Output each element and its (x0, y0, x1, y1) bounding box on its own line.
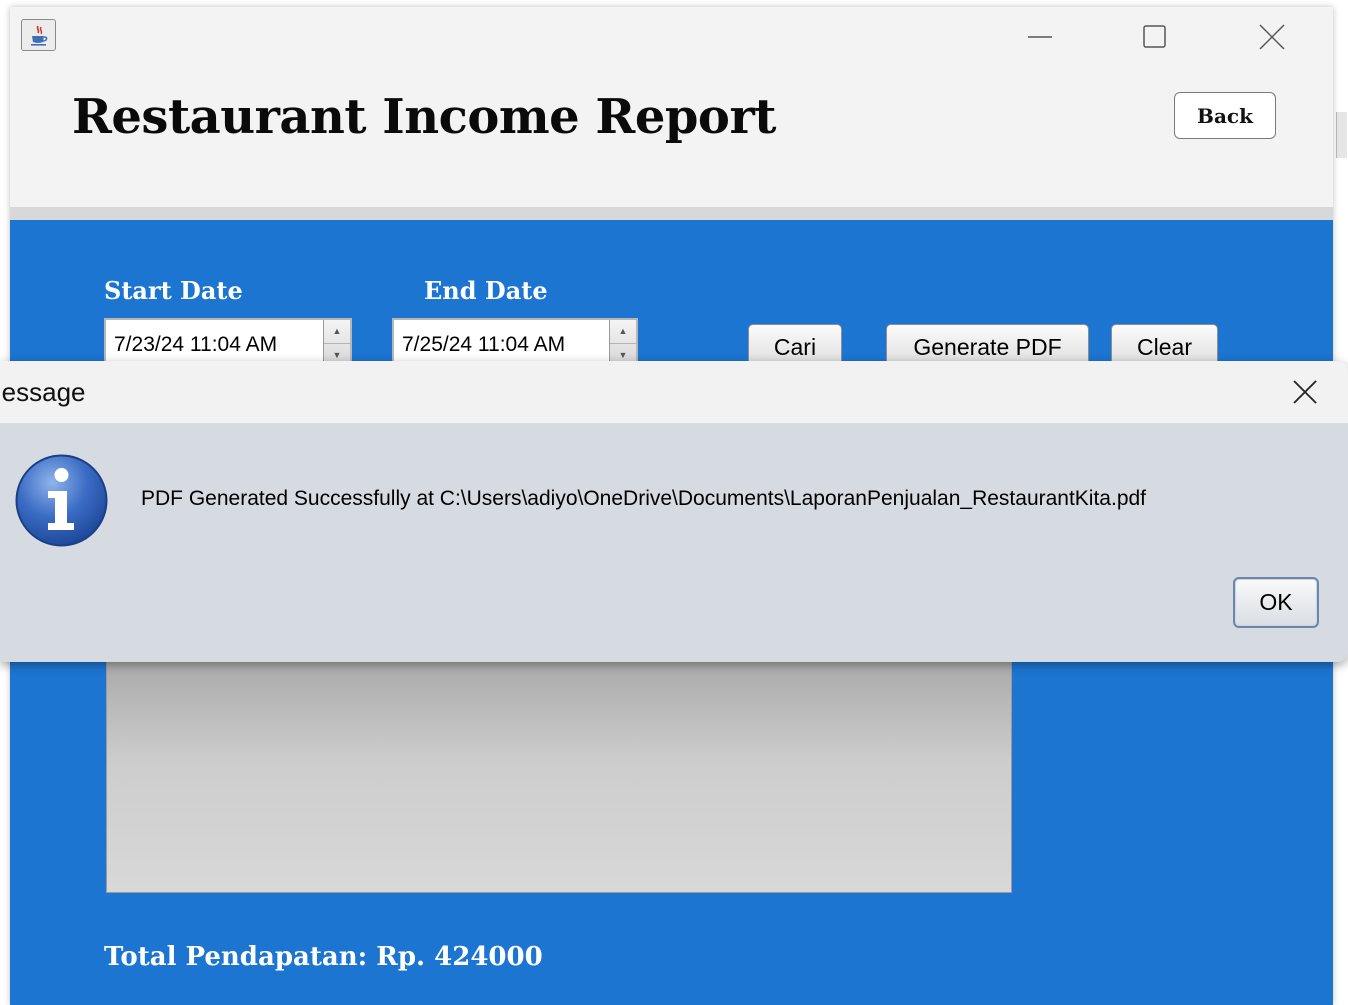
background-scrollbar (1336, 112, 1347, 158)
page-title: Restaurant Income Report (72, 89, 776, 145)
total-income-label: Total Pendapatan: Rp. 424000 (104, 942, 543, 972)
ok-button[interactable]: OK (1233, 577, 1319, 628)
minimize-button[interactable] (1010, 17, 1070, 57)
close-icon (1293, 380, 1317, 404)
dialog-message: PDF Generated Successfully at C:\Users\a… (141, 487, 1147, 510)
dialog-title: Message (0, 377, 86, 407)
end-date-label: End Date (424, 276, 548, 305)
info-icon (15, 454, 108, 547)
dialog-close-button[interactable] (1280, 371, 1330, 413)
minimize-icon (1028, 36, 1052, 38)
end-date-arrows[interactable]: ▲ ▼ (609, 320, 636, 367)
maximize-button[interactable] (1125, 17, 1185, 57)
start-date-value[interactable]: 7/23/24 11:04 AM (114, 333, 277, 357)
header-panel: Restaurant Income Report Back (10, 69, 1333, 209)
header-separator (10, 207, 1333, 220)
dialog-titlebar: Message (0, 361, 1348, 423)
report-table[interactable] (106, 657, 1012, 893)
end-date-value[interactable]: 7/25/24 11:04 AM (402, 333, 565, 357)
start-date-label: Start Date (104, 276, 243, 305)
spinner-up-icon[interactable]: ▲ (610, 320, 636, 344)
java-cup-icon (21, 19, 56, 51)
close-icon (1259, 24, 1285, 50)
start-date-arrows[interactable]: ▲ ▼ (323, 320, 350, 367)
maximize-icon (1143, 25, 1166, 48)
message-dialog: Message PDF Generated Successfully at C:… (0, 361, 1348, 662)
close-window-button[interactable] (1242, 17, 1302, 57)
spinner-up-icon[interactable]: ▲ (324, 320, 350, 344)
back-button[interactable]: Back (1174, 92, 1276, 139)
window-titlebar (10, 7, 1333, 69)
